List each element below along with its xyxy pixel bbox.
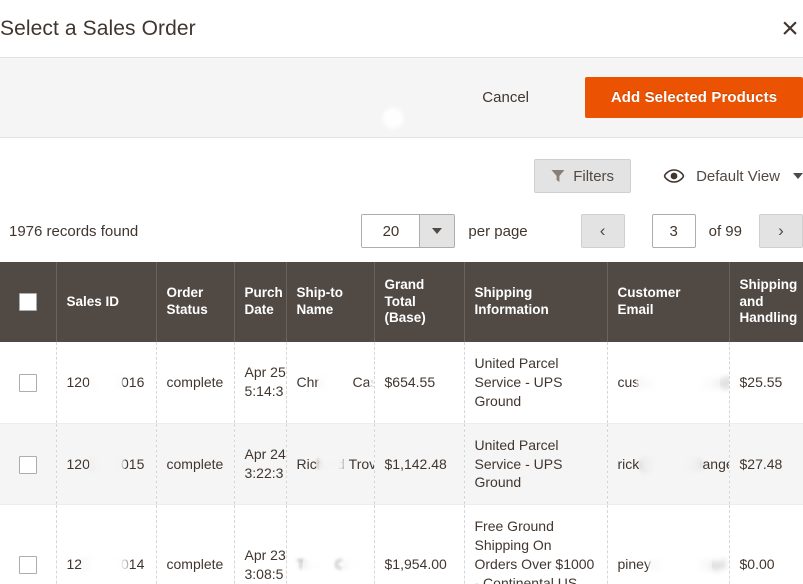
- column-header-purch-date[interactable]: Purch Date: [234, 262, 286, 342]
- redacted-text: Richard: [297, 455, 345, 474]
- column-header-shipping-and-handling[interactable]: Shipping and Handling: [729, 262, 803, 342]
- redacted-text: Christan: [297, 373, 349, 392]
- column-header-grand-total-base[interactable]: Grand Total (Base): [374, 262, 464, 342]
- total-pages-label: of 99: [709, 223, 742, 240]
- cell-customer-email: pineywoodstatepl: [607, 505, 729, 584]
- cell-purch-date: Apr 25 5:14:3: [234, 342, 286, 423]
- row-checkbox[interactable]: [19, 456, 37, 474]
- purch-date-line2: 3:08:5: [245, 565, 276, 584]
- purch-date-line2: 3:22:3: [245, 464, 276, 483]
- row-select-cell: [0, 505, 56, 584]
- redacted-text: Tracy: [297, 555, 331, 574]
- column-header-ship-to-name[interactable]: Ship-to Name: [286, 262, 374, 342]
- redacted-text: 1201907014: [67, 555, 145, 574]
- grid-toolbar: Filters Default View: [0, 138, 803, 200]
- purch-date-line2: 5:14:3: [245, 382, 276, 401]
- add-selected-products-button[interactable]: Add Selected Products: [585, 77, 803, 118]
- cell-customer-email: rick@interschange: [607, 423, 729, 505]
- funnel-icon: [551, 169, 565, 183]
- cell-order-status: complete: [156, 505, 234, 584]
- records-found-label: 1976 records found: [9, 223, 138, 240]
- table-header-row: Sales ID Order Status Purch Date Ship-to…: [0, 262, 803, 342]
- sales-order-grid: Sales ID Order Status Purch Date Ship-to…: [0, 262, 803, 584]
- row-select-cell: [0, 342, 56, 423]
- grid-pager: 1976 records found 20 per page ‹ of 99 ›: [0, 200, 803, 262]
- redacted-text: pineywoodstatepl: [618, 555, 726, 574]
- table-row[interactable]: 1201907015 complete Apr 24 3:22:3 Richar…: [0, 423, 803, 505]
- close-icon[interactable]: ×: [770, 9, 803, 49]
- redacted-text: 1201907015: [67, 455, 145, 474]
- cell-shipping-and-handling: $0.00: [729, 505, 803, 584]
- view-label: Default View: [696, 168, 780, 185]
- eye-icon: [663, 169, 685, 183]
- per-page-label: per page: [468, 223, 527, 240]
- table-row[interactable]: 1201907016 complete Apr 25 5:14:3 Christ…: [0, 342, 803, 423]
- page-title: Select a Sales Order: [0, 16, 196, 41]
- cell-grand-total-base: $654.55: [374, 342, 464, 423]
- page-number-input[interactable]: [652, 214, 696, 248]
- cell-grand-total-base: $1,142.48: [374, 423, 464, 505]
- per-page-select[interactable]: 20: [361, 214, 455, 248]
- select-all-header: [0, 262, 56, 342]
- modal-action-bar: Cancel Add Selected Products: [0, 58, 803, 138]
- cell-ship-to-name: Richard Trover: [286, 423, 374, 505]
- purch-date-line1: Apr 23: [245, 546, 276, 565]
- cell-grand-total-base: $1,954.00: [374, 505, 464, 584]
- cell-sales-id: 1201907015: [56, 423, 156, 505]
- cell-customer-email: customerservice@: [607, 342, 729, 423]
- table-row[interactable]: 1201907014 complete Apr 23 3:08:5 Tracy …: [0, 505, 803, 584]
- row-select-cell: [0, 423, 56, 505]
- cell-shipping-information: United Parcel Service - UPS Ground: [464, 423, 607, 505]
- redacted-text: customerservice@: [618, 373, 730, 392]
- column-header-shipping-information[interactable]: Shipping Information: [464, 262, 607, 342]
- purch-date-line1: Apr 24: [245, 445, 276, 464]
- view-selector[interactable]: Default View: [663, 168, 803, 185]
- cell-sales-id: 1201907014: [56, 505, 156, 584]
- cell-shipping-information: Free Ground Shipping On Orders Over $100…: [464, 505, 607, 584]
- cell-purch-date: Apr 24 3:22:3: [234, 423, 286, 505]
- previous-page-button[interactable]: ‹: [581, 214, 625, 248]
- redacted-text: rick@interschange: [618, 455, 730, 474]
- cell-shipping-and-handling: $25.55: [729, 342, 803, 423]
- purch-date-line1: Apr 25: [245, 363, 276, 382]
- filters-label: Filters: [573, 168, 614, 185]
- next-page-button[interactable]: ›: [759, 214, 803, 248]
- column-header-order-status[interactable]: Order Status: [156, 262, 234, 342]
- cell-shipping-information: United Parcel Service - UPS Ground: [464, 342, 607, 423]
- cell-shipping-and-handling: $27.48: [729, 423, 803, 505]
- cell-order-status: complete: [156, 423, 234, 505]
- pager-controls: 20 per page ‹ of 99 ›: [361, 214, 803, 248]
- per-page-value: 20: [362, 215, 419, 247]
- cell-sales-id: 1201907016: [56, 342, 156, 423]
- redacted-text: Collins: [335, 555, 374, 574]
- cell-purch-date: Apr 23 3:08:5: [234, 505, 286, 584]
- cell-ship-to-name: Tracy Collins: [286, 505, 374, 584]
- row-checkbox[interactable]: [19, 374, 37, 392]
- filters-button[interactable]: Filters: [534, 159, 631, 193]
- modal-titlebar: Select a Sales Order ×: [0, 0, 803, 58]
- cancel-button[interactable]: Cancel: [468, 81, 543, 114]
- chevron-down-icon[interactable]: [419, 215, 454, 247]
- cell-order-status: complete: [156, 342, 234, 423]
- redacted-text: 1201907016: [67, 373, 145, 392]
- column-header-customer-email[interactable]: Customer Email: [607, 262, 729, 342]
- redacted-text: Case: [353, 373, 374, 392]
- select-all-checkbox[interactable]: [19, 293, 37, 311]
- chevron-down-icon: [793, 173, 803, 179]
- cell-ship-to-name: Christan Case: [286, 342, 374, 423]
- redacted-text: Trover: [349, 455, 374, 474]
- sales-order-modal: Select a Sales Order × Cancel Add Select…: [0, 0, 803, 584]
- column-header-sales-id[interactable]: Sales ID: [56, 262, 156, 342]
- row-checkbox[interactable]: [19, 556, 37, 574]
